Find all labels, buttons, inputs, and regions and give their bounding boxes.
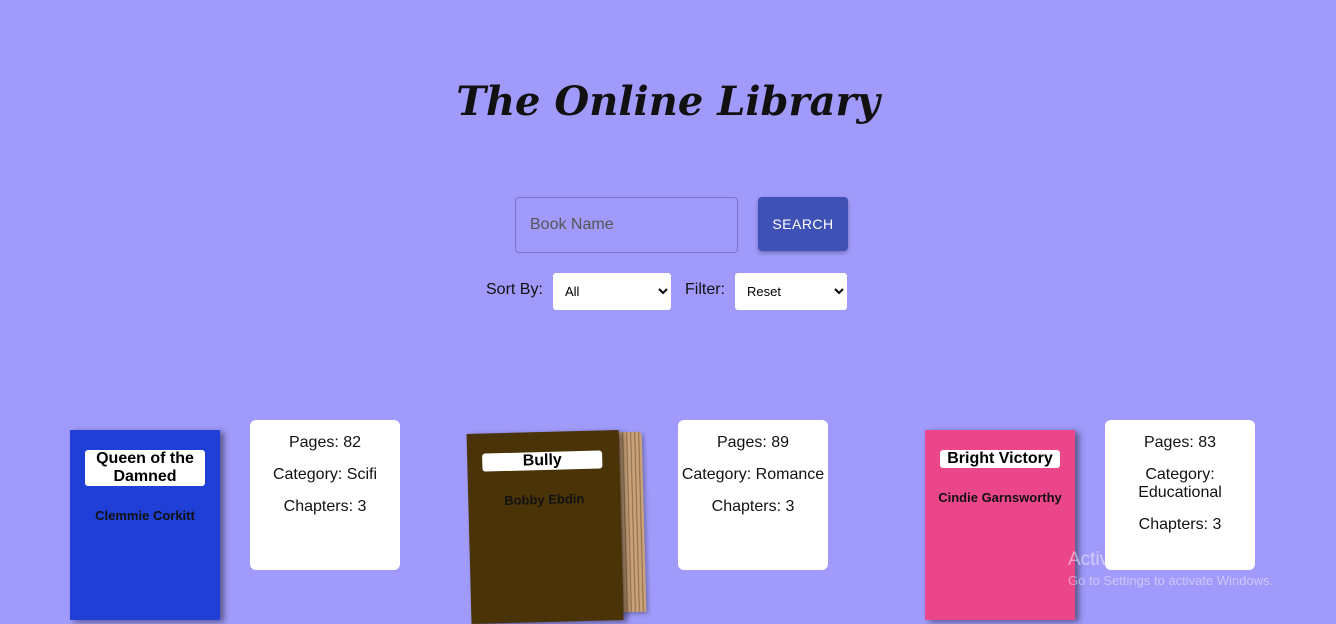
sort-by-label: Sort By: xyxy=(486,281,543,298)
book-chapters: Chapters: 3 xyxy=(1138,516,1222,533)
book-chapters: Chapters: 3 xyxy=(283,498,367,515)
book-author: Clemmie Corkitt xyxy=(95,508,195,523)
book-chapters: Chapters: 3 xyxy=(711,498,795,515)
book-info-card: Pages: 83 Category: Educational Chapters… xyxy=(1105,420,1255,570)
page-title: The Online Library xyxy=(456,78,880,125)
filter-label: Filter: xyxy=(685,281,725,298)
book-pages: Pages: 83 xyxy=(1143,434,1217,451)
book-title: Queen of the Damned xyxy=(85,450,205,486)
sort-by-select[interactable]: All xyxy=(553,273,671,310)
book-title: Bully xyxy=(482,450,603,472)
search-button[interactable]: SEARCH xyxy=(758,197,848,251)
filter-select[interactable]: Reset xyxy=(735,273,847,310)
book-author: Cindie Garnsworthy xyxy=(938,490,1062,505)
book-cover[interactable]: Bully Bobby Ebdin xyxy=(466,430,624,624)
book-title: Bright Victory xyxy=(940,450,1060,468)
book-cover[interactable]: Bright Victory Cindie Garnsworthy xyxy=(925,430,1075,620)
book-category: Category: Scifi xyxy=(272,466,378,483)
book-name-input[interactable] xyxy=(515,197,738,253)
book-info-card: Pages: 82 Category: Scifi Chapters: 3 xyxy=(250,420,400,570)
book-category: Category: Educational xyxy=(1138,466,1222,501)
book-author: Bobby Ebdin xyxy=(504,490,585,509)
book-category: Category: Romance xyxy=(681,466,825,483)
book-cover[interactable]: Queen of the Damned Clemmie Corkitt xyxy=(70,430,220,620)
book-pages: Pages: 89 xyxy=(716,434,790,451)
book-info-card: Pages: 89 Category: Romance Chapters: 3 xyxy=(678,420,828,570)
book-pages: Pages: 82 xyxy=(288,434,362,451)
activate-windows-hint: Go to Settings to activate Windows. xyxy=(1068,573,1274,588)
activate-windows-watermark: Activate Windows xyxy=(1068,549,1218,570)
